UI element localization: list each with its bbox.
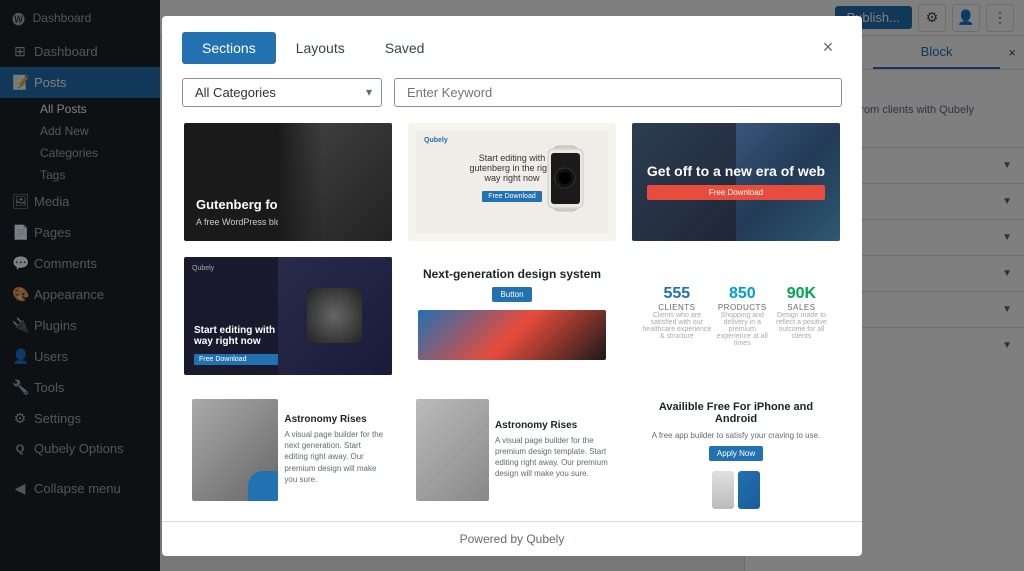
product-visual [307,288,362,343]
modal-footer-text: Powered by Qubely [460,532,565,546]
stat-sales-sub: Design made to reflect a positive outcom… [773,312,830,340]
stat-products-num: 850 [712,285,773,303]
keyword-input[interactable] [394,78,842,107]
modal-tab-saved[interactable]: Saved [365,32,445,64]
card-4-product-area [278,257,392,375]
play-button [254,477,272,495]
modal-header: Sections Layouts Saved × [162,16,862,64]
card-preview-6: 555 Clients Clients who are satisfied wi… [632,257,840,375]
modal-body: Gutenberg for WP A free WordPress block … [162,121,862,521]
card-preview-4: Qubely Start editing with gutenberg in t… [184,257,392,375]
card-9-sub: A free app builder to satisfy your cravi… [642,431,830,440]
card-9-phones [642,471,830,509]
section-card-2[interactable]: Qubely Start editing with gutenberg in t… [406,121,618,243]
card-8-title: Astronomy Rises [495,420,608,431]
section-card-1[interactable]: Gutenberg for WP A free WordPress block … [182,121,394,243]
card-5-btn: Button [492,287,531,302]
card-7-title: Astronomy Rises [284,414,384,425]
section-card-5[interactable]: Next-generation design system Button [406,255,618,377]
card-preview-9: Availible Free For iPhone and Android A … [632,391,840,509]
card-preview-5: Next-generation design system Button [408,257,616,375]
phone-2 [738,471,760,509]
stat-products-label: Products [712,303,773,312]
stat-clients: 555 Clients Clients who are satisfied wi… [642,285,712,347]
portrait-bg [278,123,392,241]
card-7-content: Astronomy Rises A visual page builder fo… [284,399,384,501]
stat-clients-num: 555 [642,285,712,303]
stat-clients-label: Clients [642,303,712,312]
modal-tab-layouts[interactable]: Layouts [276,32,365,64]
card-9-title: Availible Free For iPhone and Android [642,401,830,425]
card-9-btn: Apply Now [709,446,763,461]
stat-clients-sub: Clients who are satisfied with our healt… [642,312,712,340]
modal-tab-sections[interactable]: Sections [182,32,276,64]
card-5-title: Next-generation design system [423,267,601,281]
phone-1 [712,471,734,509]
card-3-content: Get off to a new era of web Free Downloa… [647,163,825,200]
card-4-badge: Qubely [192,265,214,272]
stat-sales-num: 90K [773,285,830,303]
card-preview-7: Astronomy Rises A visual page builder fo… [184,391,392,509]
watch-visual [543,141,588,221]
modal: Sections Layouts Saved × All Categories [162,16,862,556]
card-2-btn: Free Download [482,191,541,202]
stat-products: 850 Products Shopping and delivery in a … [712,285,773,347]
card-preview-2: Qubely Start editing with gutenberg in t… [408,123,616,241]
section-card-4[interactable]: Qubely Start editing with gutenberg in t… [182,255,394,377]
modal-filters: All Categories [162,64,862,121]
section-card-9[interactable]: Availible Free For iPhone and Android A … [630,389,842,511]
stat-sales-label: Sales [773,303,830,312]
section-card-7[interactable]: Astronomy Rises A visual page builder fo… [182,389,394,511]
category-select[interactable]: All Categories [182,78,382,107]
stat-sales: 90K Sales Design made to reflect a posit… [773,285,830,347]
card-preview-8: Astronomy Rises A visual page builder fo… [408,391,616,509]
sections-grid: Gutenberg for WP A free WordPress block … [182,121,842,511]
card-preview-3: Get off to a new era of web Free Downloa… [632,123,840,241]
card-2-badge: Qubely [424,137,448,144]
card-7-img [192,399,278,501]
card-7-sub: A visual page builder for the next gener… [284,429,384,485]
card-8-img [416,399,489,501]
modal-close-button[interactable]: × [814,34,842,62]
modal-footer: Powered by Qubely [162,521,862,556]
card-3-btn: Free Download [647,185,825,200]
card-5-visual [418,310,606,360]
card-3-title: Get off to a new era of web [647,163,825,179]
modal-tabs: Sections Layouts Saved [182,32,444,64]
play-icon [261,481,268,491]
modal-overlay: Sections Layouts Saved × All Categories [0,0,1024,571]
stat-products-sub: Shopping and delivery in a premium exper… [712,312,773,347]
card-8-content: Astronomy Rises A visual page builder fo… [495,399,608,501]
card-8-sub: A visual page builder for the premium de… [495,435,608,480]
section-card-3[interactable]: Get off to a new era of web Free Downloa… [630,121,842,243]
card-preview-1: Gutenberg for WP A free WordPress block … [184,123,392,241]
section-card-6[interactable]: 555 Clients Clients who are satisfied wi… [630,255,842,377]
stats-row: 555 Clients Clients who are satisfied wi… [642,285,830,347]
category-select-wrapper: All Categories [182,78,382,107]
section-card-8[interactable]: Astronomy Rises A visual page builder fo… [406,389,618,511]
